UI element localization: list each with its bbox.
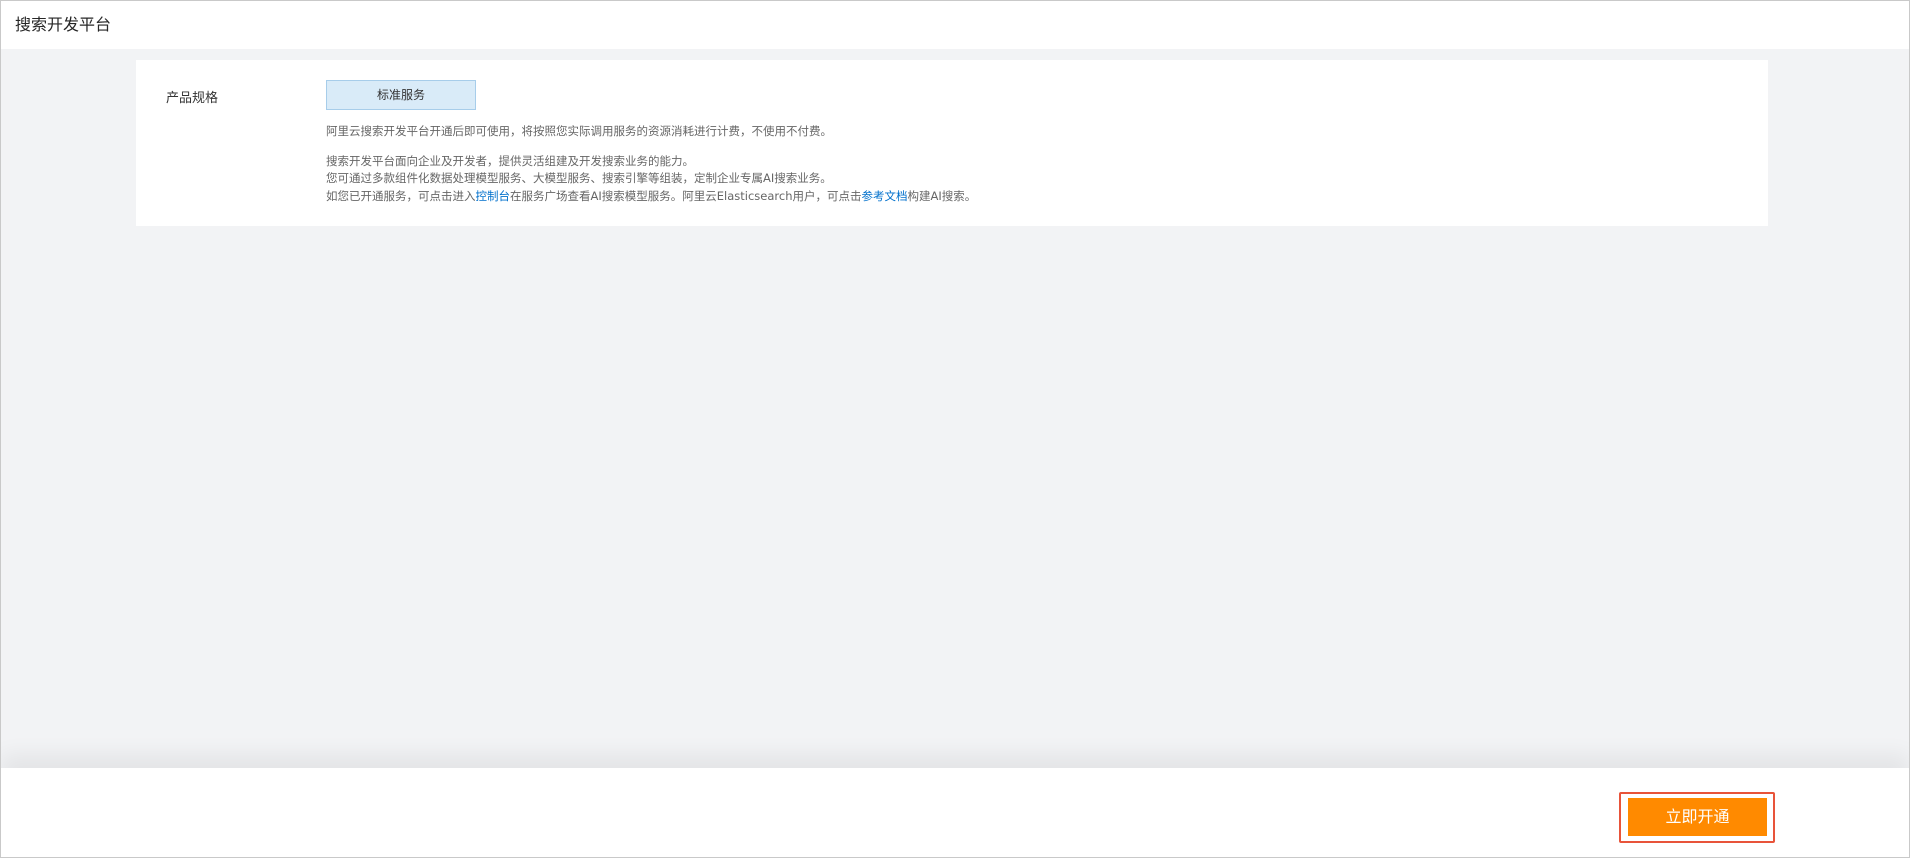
activate-now-button[interactable]: 立即开通 bbox=[1628, 798, 1767, 836]
spec-option-standard[interactable]: 标准服务 bbox=[326, 80, 476, 110]
reference-doc-link[interactable]: 参考文档 bbox=[861, 189, 907, 203]
footer-bar: 立即开通 bbox=[1, 768, 1909, 857]
page-header: 搜索开发平台 bbox=[1, 1, 1909, 49]
product-spec-card: 产品规格 标准服务 阿里云搜索开发平台开通后即可使用，将按照您实际调用服务的资源… bbox=[136, 60, 1768, 226]
activated-hint-text-3: 构建AI搜索。 bbox=[907, 189, 977, 203]
page-title: 搜索开发平台 bbox=[15, 15, 112, 34]
activated-hint-text-1: 如您已开通服务，可点击进入 bbox=[326, 189, 476, 203]
app-frame: 搜索开发平台 产品规格 标准服务 阿里云搜索开发平台开通后即可使用，将按照您实际… bbox=[0, 0, 1910, 858]
billing-description: 阿里云搜索开发平台开通后即可使用，将按照您实际调用服务的资源消耗进行计费，不使用… bbox=[326, 124, 832, 138]
console-link[interactable]: 控制台 bbox=[476, 189, 511, 203]
activated-hint-text-2: 在服务广场查看AI搜索模型服务。阿里云Elasticsearch用户，可点击 bbox=[510, 189, 862, 203]
spec-label: 产品规格 bbox=[166, 91, 219, 106]
platform-description: 搜索开发平台面向企业及开发者，提供灵活组建及开发搜索业务的能力。 bbox=[326, 154, 694, 168]
capability-description: 您可通过多款组件化数据处理模型服务、大模型服务、搜索引擎等组装，定制企业专属AI… bbox=[326, 171, 832, 185]
activated-hint: 如您已开通服务，可点击进入控制台在服务广场查看AI搜索模型服务。阿里云Elast… bbox=[326, 188, 976, 205]
